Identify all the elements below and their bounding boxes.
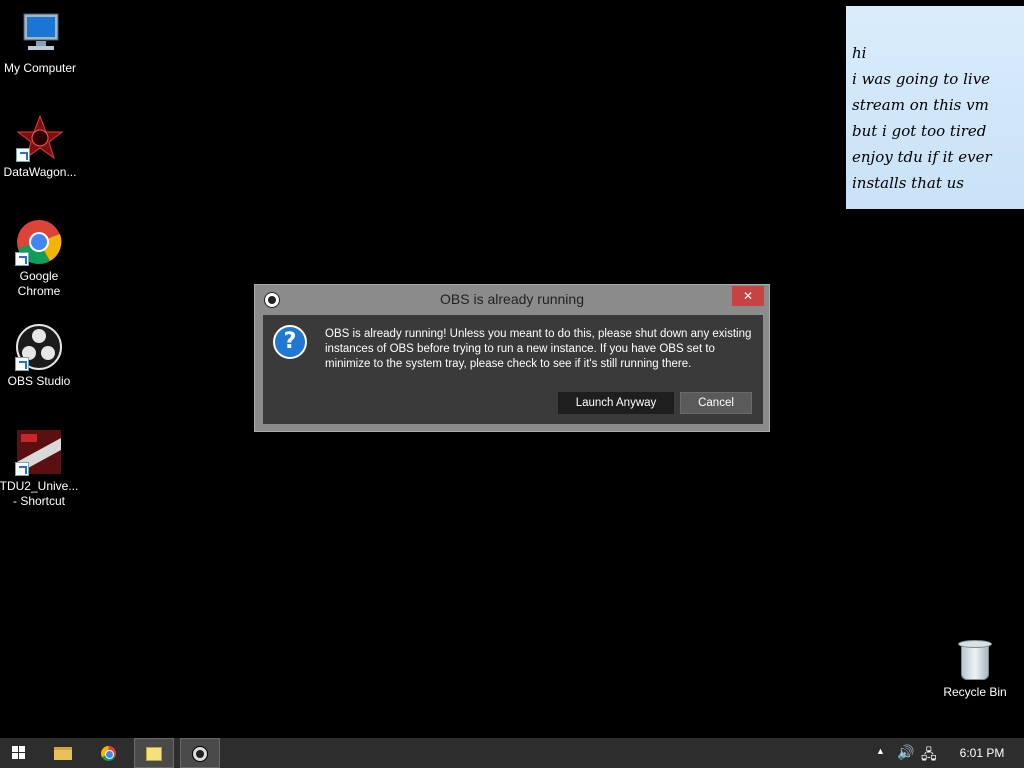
folder-icon: [54, 747, 72, 760]
taskbar-sticky-notes[interactable]: [134, 738, 174, 768]
dialog-title-bar[interactable]: OBS is already running ✕: [255, 285, 769, 315]
obs-icon: [192, 746, 208, 762]
sticky-note-line: enjoy tdu if it ever: [852, 148, 992, 166]
start-button[interactable]: [0, 738, 40, 768]
label-line-2: - Shortcut: [12, 494, 66, 508]
desktop-icon-datawagon[interactable]: DataWagon...: [0, 114, 80, 180]
tray-overflow-chevron-icon[interactable]: ▲: [876, 746, 885, 768]
desktop-icon-obs-studio[interactable]: OBS Studio: [0, 323, 79, 389]
desktop-icon-label: Recycle Bin: [943, 685, 1007, 699]
shortcut-arrow-icon: [15, 462, 29, 476]
desktop-icon-google-chrome[interactable]: Google Chrome: [0, 218, 79, 299]
taskbar-clock[interactable]: 6:01 PM: [952, 746, 1012, 760]
label-line-1: TDU2_Unive...: [0, 479, 79, 493]
question-icon: ?: [273, 325, 307, 359]
sticky-note-line: but i got too tired: [852, 122, 987, 140]
chrome-icon: [101, 746, 116, 761]
desktop-icon-label: TDU2_Unive... - Shortcut: [0, 479, 79, 509]
obs-already-running-dialog: OBS is already running ✕ ? OBS is alread…: [254, 284, 770, 432]
sticky-note-line: hi: [852, 44, 867, 62]
sticky-notes-icon: [146, 747, 162, 761]
network-icon[interactable]: 🖧: [921, 744, 937, 768]
volume-icon[interactable]: 🔊: [897, 744, 914, 768]
windows-logo-icon: [12, 746, 26, 760]
launch-anyway-button[interactable]: Launch Anyway: [558, 392, 674, 414]
desktop-icon-label: OBS Studio: [7, 374, 71, 388]
chrome-icon: [15, 218, 63, 266]
desktop-icon-label: DataWagon...: [3, 165, 77, 179]
dialog-message: OBS is already running! Unless you meant…: [325, 328, 752, 370]
desktop-icon-tdu2[interactable]: TDU2_Unive... - Shortcut: [0, 428, 79, 509]
sticky-note-line: stream on this vm: [852, 96, 989, 114]
obs-studio-icon: [15, 323, 63, 371]
taskbar-file-explorer[interactable]: [42, 738, 82, 768]
tdu2-game-icon: [15, 428, 63, 476]
close-button[interactable]: ✕: [732, 286, 764, 306]
shortcut-arrow-icon: [15, 357, 29, 371]
cancel-button[interactable]: Cancel: [680, 392, 752, 414]
sticky-note-line: installs that us: [852, 174, 964, 192]
sticky-note-line: i was going to live: [852, 70, 991, 88]
label-line-1: Google: [19, 269, 59, 283]
dialog-body: ? OBS is already running! Unless you mea…: [263, 315, 763, 424]
desktop-icon-label: My Computer: [3, 61, 77, 75]
dialog-title: OBS is already running: [440, 291, 584, 307]
taskbar-chrome[interactable]: [89, 738, 129, 768]
label-line-2: Chrome: [17, 284, 61, 298]
shortcut-arrow-icon: [15, 252, 29, 266]
computer-icon: [16, 10, 64, 58]
shortcut-arrow-icon: [16, 148, 30, 162]
desktop-icon-label: Google Chrome: [0, 269, 79, 299]
taskbar: ▲ 🔊 🖧 6:01 PM: [0, 738, 1024, 768]
recycle-bin-icon: [957, 638, 993, 682]
taskbar-obs[interactable]: [180, 738, 220, 768]
sticky-note[interactable]: hi i was going to live stream on this vm…: [846, 6, 1024, 209]
desktop-icon-recycle-bin[interactable]: Recycle Bin: [935, 638, 1015, 700]
desktop-icon-my-computer[interactable]: My Computer: [0, 10, 80, 76]
datawagon-icon: [16, 114, 64, 162]
